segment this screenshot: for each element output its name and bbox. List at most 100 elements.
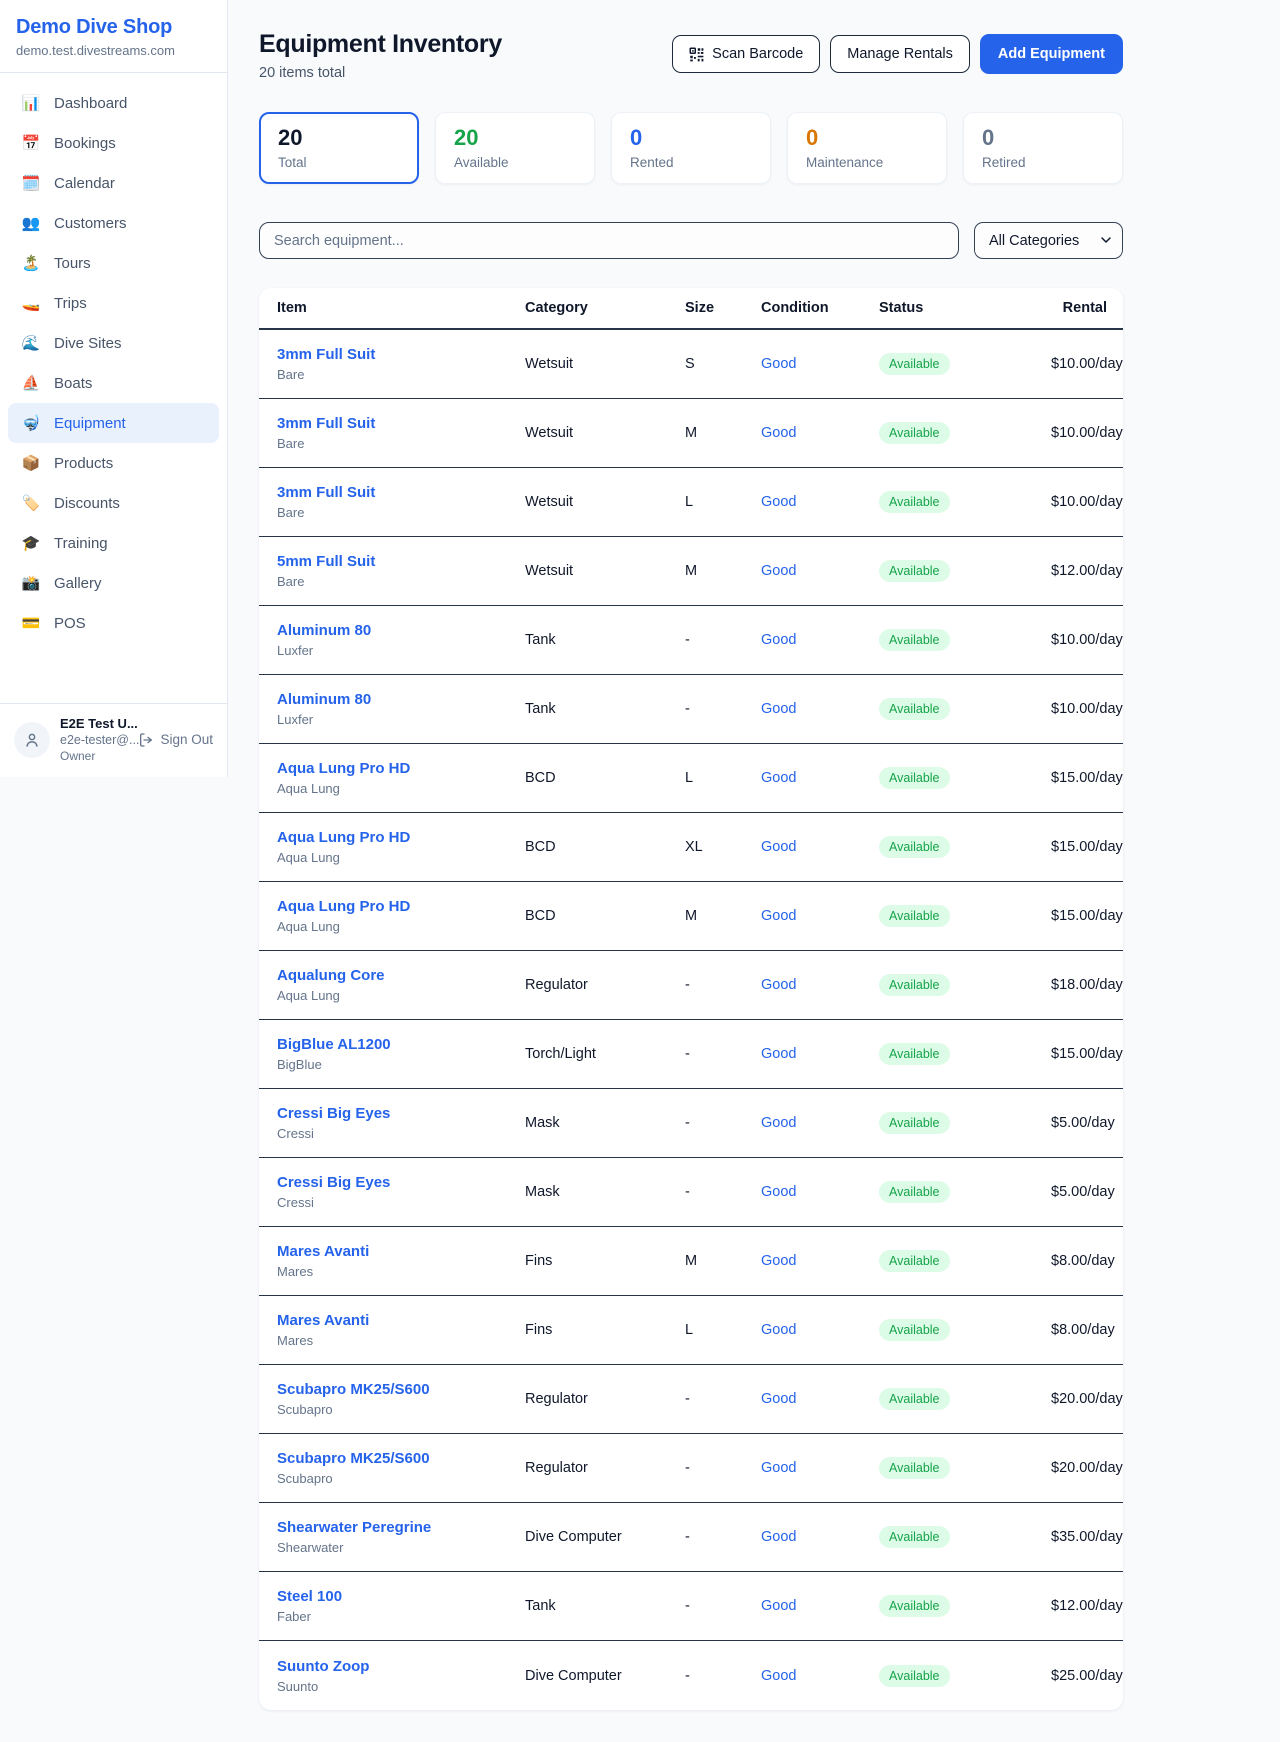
status-badge: Available [879,905,950,927]
condition-link[interactable]: Good [761,632,796,648]
stat-card-available[interactable]: 20 Available [435,112,595,184]
equipment-name-link[interactable]: Mares Avanti [277,1312,369,1329]
equipment-name-link[interactable]: Suunto Zoop [277,1658,369,1675]
scan-barcode-button[interactable]: Scan Barcode [672,35,820,73]
sidebar-item[interactable]: 📸 Gallery [8,563,219,603]
rental-rate: $10.00/day [1051,425,1123,441]
condition-link[interactable]: Good [761,1598,796,1614]
condition-link[interactable]: Good [761,977,796,993]
equipment-size: - [685,632,761,648]
rental-rate: $12.00/day [1051,563,1123,579]
category-select[interactable]: All Categories [974,222,1123,259]
condition-link[interactable]: Good [761,1115,796,1131]
stat-card-rented[interactable]: 0 Rented [611,112,771,184]
sidebar-item[interactable]: 💳 POS [8,603,219,643]
header-actions: Scan Barcode Manage Rentals Add Equipmen… [672,34,1123,74]
sidebar-item-label: Tours [54,255,91,272]
table-row: Cressi Big Eyes Cressi Mask - Good Avail… [259,1158,1123,1227]
barcode-scan-icon [689,47,704,62]
equipment-name-link[interactable]: Steel 100 [277,1588,342,1605]
condition-link[interactable]: Good [761,770,796,786]
equipment-name-link[interactable]: Scubapro MK25/S600 [277,1450,430,1467]
equipment-name-link[interactable]: Cressi Big Eyes [277,1174,390,1191]
item-cell: Shearwater Peregrine Shearwater [277,1519,525,1555]
sign-out-button[interactable]: Sign Out [138,732,213,748]
equipment-name-link[interactable]: BigBlue AL1200 [277,1036,391,1053]
condition-link[interactable]: Good [761,356,796,372]
sidebar-item[interactable]: 🚤 Trips [8,283,219,323]
condition-link[interactable]: Good [761,425,796,441]
equipment-name-link[interactable]: 3mm Full Suit [277,346,375,363]
sidebar-item[interactable]: 🌊 Dive Sites [8,323,219,363]
status-badge: Available [879,698,950,720]
sidebar-item[interactable]: 📊 Dashboard [8,83,219,123]
condition-link[interactable]: Good [761,1322,796,1338]
condition-link[interactable]: Good [761,1184,796,1200]
sidebar-item[interactable]: 👥 Customers [8,203,219,243]
column-header-rental: Rental [1051,300,1107,316]
equipment-name-link[interactable]: 3mm Full Suit [277,415,375,432]
search-input[interactable] [259,222,959,259]
manage-rentals-button[interactable]: Manage Rentals [830,35,970,73]
status-badge: Available [879,491,950,513]
condition-link[interactable]: Good [761,839,796,855]
condition-link[interactable]: Good [761,494,796,510]
stat-maintenance-value: 0 [806,125,928,150]
equipment-name-link[interactable]: 3mm Full Suit [277,484,375,501]
equipment-name-link[interactable]: 5mm Full Suit [277,553,375,570]
sidebar-item[interactable]: 🎓 Training [8,523,219,563]
sidebar-item[interactable]: 🗓️ Calendar [8,163,219,203]
condition-link[interactable]: Good [761,1668,796,1684]
item-cell: 3mm Full Suit Bare [277,346,525,382]
equipment-name-link[interactable]: Aqualung Core [277,967,385,984]
stat-maintenance-label: Maintenance [806,155,928,170]
equipment-name-link[interactable]: Scubapro MK25/S600 [277,1381,430,1398]
status-cell: Available [879,1319,1051,1341]
condition-link[interactable]: Good [761,1460,796,1476]
nav-icon: 📅 [21,134,41,152]
condition-link[interactable]: Good [761,1046,796,1062]
stat-card-retired[interactable]: 0 Retired [963,112,1123,184]
sidebar-item[interactable]: 🤿 Equipment [8,403,219,443]
condition-link[interactable]: Good [761,563,796,579]
stat-retired-label: Retired [982,155,1104,170]
condition-link[interactable]: Good [761,908,796,924]
equipment-name-link[interactable]: Cressi Big Eyes [277,1105,390,1122]
equipment-size: - [685,1529,761,1545]
rental-rate: $5.00/day [1051,1184,1115,1200]
add-equipment-label: Add Equipment [998,46,1105,62]
condition-cell: Good [761,493,879,511]
avatar [14,722,50,758]
stat-card-total[interactable]: 20 Total [259,112,419,184]
equipment-name-link[interactable]: Aqua Lung Pro HD [277,829,410,846]
equipment-name-link[interactable]: Aluminum 80 [277,622,371,639]
equipment-name-link[interactable]: Mares Avanti [277,1243,369,1260]
add-equipment-button[interactable]: Add Equipment [980,34,1123,74]
equipment-category: Wetsuit [525,425,685,441]
condition-cell: Good [761,1321,879,1339]
equipment-size: - [685,977,761,993]
status-cell: Available [879,1181,1051,1203]
stat-card-maintenance[interactable]: 0 Maintenance [787,112,947,184]
equipment-name-link[interactable]: Aqua Lung Pro HD [277,760,410,777]
sidebar-item[interactable]: 🏷️ Discounts [8,483,219,523]
sign-out-label: Sign Out [160,732,213,747]
sidebar-item[interactable]: 📅 Bookings [8,123,219,163]
sidebar-item[interactable]: 🏝️ Tours [8,243,219,283]
condition-link[interactable]: Good [761,701,796,717]
condition-cell: Good [761,1528,879,1546]
stat-rented-label: Rented [630,155,752,170]
equipment-name-link[interactable]: Aqua Lung Pro HD [277,898,410,915]
sidebar-item-label: Calendar [54,175,115,192]
status-badge: Available [879,1319,950,1341]
status-badge: Available [879,422,950,444]
sidebar-item[interactable]: ⛵ Boats [8,363,219,403]
item-cell: Mares Avanti Mares [277,1243,525,1279]
condition-cell: Good [761,1114,879,1132]
condition-link[interactable]: Good [761,1253,796,1269]
sidebar-item[interactable]: 📦 Products [8,443,219,483]
equipment-name-link[interactable]: Aluminum 80 [277,691,371,708]
equipment-name-link[interactable]: Shearwater Peregrine [277,1519,431,1536]
condition-link[interactable]: Good [761,1529,796,1545]
condition-link[interactable]: Good [761,1391,796,1407]
